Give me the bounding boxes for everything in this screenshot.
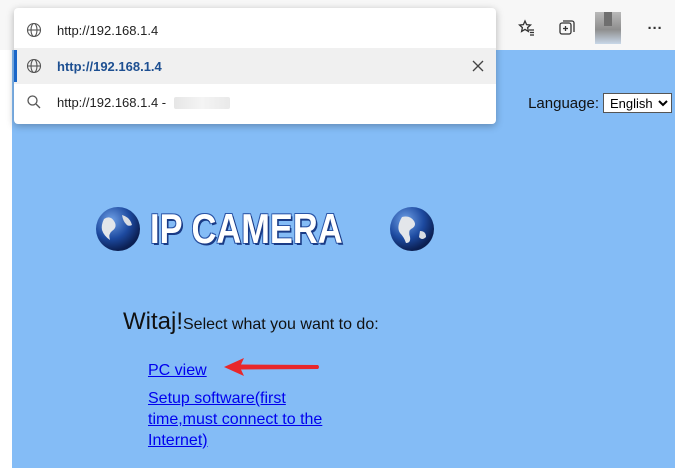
globe-icon	[390, 207, 434, 251]
globe-icon	[26, 58, 42, 74]
favorites-star-icon[interactable]	[516, 17, 538, 39]
globe-icon	[96, 207, 140, 251]
red-arrow-annotation	[224, 358, 319, 376]
language-select[interactable]: English	[603, 93, 672, 113]
suggestion-url-text: http://192.168.1.4	[57, 58, 162, 74]
prompt-text: Select what you want to do:	[183, 316, 379, 333]
collections-icon[interactable]	[556, 17, 578, 39]
setup-software-link[interactable]: Setup software(first time,must connect t…	[148, 388, 348, 451]
banner-title: IP CAMERA	[150, 205, 343, 252]
suggestion-item-search[interactable]: http://192.168.1.4 -	[14, 84, 496, 120]
more-dots-icon[interactable]: ···	[644, 17, 666, 39]
action-prompt: Witaj!Select what you want to do:	[123, 308, 379, 336]
search-suggestion-text: http://192.168.1.4 -	[57, 94, 167, 110]
ip-camera-banner: IP CAMERA	[94, 198, 434, 260]
language-label: Language:	[528, 94, 599, 112]
search-suggestion-wrap: http://192.168.1.4 -	[57, 94, 231, 110]
globe-icon	[26, 22, 42, 38]
address-input-row[interactable]: http://192.168.1.4	[14, 12, 496, 48]
profile-avatar[interactable]	[595, 12, 621, 44]
search-icon	[27, 95, 41, 109]
address-input[interactable]: http://192.168.1.4	[57, 23, 158, 38]
redacted-text	[174, 97, 231, 110]
language-selector: Language: English	[528, 93, 672, 113]
greeting-text: Witaj!	[123, 308, 183, 335]
close-icon[interactable]	[470, 58, 486, 74]
address-suggestions-dropdown: http://192.168.1.4 http://192.168.1.4 ht…	[14, 8, 496, 124]
suggestion-item-url[interactable]: http://192.168.1.4	[14, 48, 496, 84]
